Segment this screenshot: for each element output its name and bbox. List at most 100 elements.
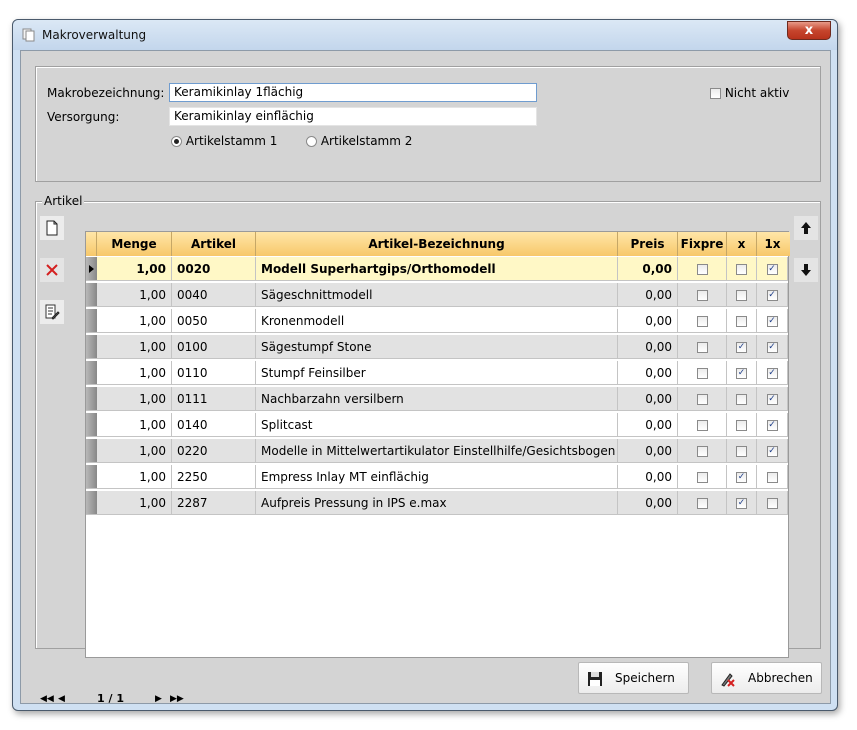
cell-preis[interactable]: 0,00 bbox=[618, 335, 678, 359]
cell-bezeichnung[interactable]: Sägeschnittmodell bbox=[256, 283, 618, 307]
checkbox-x[interactable] bbox=[736, 446, 747, 457]
last-record-icon[interactable]: ▶▶ bbox=[170, 694, 184, 704]
delete-row-button[interactable] bbox=[40, 258, 64, 282]
table-row[interactable]: 1,00 0100 Sägestumpf Stone 0,00 ✓ ✓ bbox=[86, 334, 790, 360]
cell-artikel[interactable]: 2250 bbox=[172, 465, 256, 489]
cell-artikel[interactable]: 0111 bbox=[172, 387, 256, 411]
table-row[interactable]: 1,00 0220 Modelle in Mittelwertartikulator… bbox=[86, 438, 790, 464]
checkbox-einx[interactable]: ✓ bbox=[766, 446, 778, 457]
checkbox-einx[interactable]: ✓ bbox=[766, 316, 778, 327]
cell-preis[interactable]: 0,00 bbox=[618, 309, 678, 333]
row-indicator[interactable] bbox=[86, 361, 97, 385]
cell-bezeichnung[interactable]: Modell Superhartgips/Orthomodell bbox=[256, 257, 618, 281]
checkbox-x[interactable] bbox=[736, 316, 747, 327]
cell-menge[interactable]: 1,00 bbox=[97, 335, 172, 359]
row-indicator[interactable] bbox=[86, 309, 97, 333]
checkbox-fixpreis[interactable] bbox=[696, 264, 708, 275]
radio-artikelstamm-2[interactable]: Artikelstamm 2 bbox=[306, 134, 412, 148]
first-record-icon[interactable]: ◀◀ bbox=[40, 694, 54, 704]
row-indicator[interactable] bbox=[86, 387, 97, 411]
cell-preis[interactable]: 0,00 bbox=[618, 465, 678, 489]
row-indicator[interactable] bbox=[86, 413, 97, 437]
cell-menge[interactable]: 1,00 bbox=[97, 387, 172, 411]
cell-bezeichnung[interactable]: Stumpf Feinsilber bbox=[256, 361, 618, 385]
checkbox-fixpreis[interactable] bbox=[696, 368, 708, 379]
cell-artikel[interactable]: 2287 bbox=[172, 491, 256, 515]
checkbox-fixpreis[interactable] bbox=[696, 472, 708, 483]
checkbox-einx[interactable]: ✓ bbox=[766, 342, 778, 353]
checkbox-x[interactable]: ✓ bbox=[736, 472, 747, 483]
table-row[interactable]: 1,00 0040 Sägeschnittmodell 0,00 ✓ bbox=[86, 282, 790, 308]
cell-preis[interactable]: 0,00 bbox=[618, 387, 678, 411]
checkbox-fixpreis[interactable] bbox=[696, 290, 708, 301]
checkbox-einx[interactable]: ✓ bbox=[766, 368, 778, 379]
row-indicator[interactable] bbox=[86, 439, 97, 463]
close-button[interactable]: x bbox=[787, 21, 831, 40]
checkbox-fixpreis[interactable] bbox=[696, 498, 708, 509]
checkbox-x[interactable]: ✓ bbox=[736, 498, 747, 509]
next-record-icon[interactable]: ▶ bbox=[155, 694, 162, 704]
cell-menge[interactable]: 1,00 bbox=[97, 413, 172, 437]
cell-menge[interactable]: 1,00 bbox=[97, 491, 172, 515]
title-bar[interactable]: Makroverwaltung x bbox=[13, 20, 837, 50]
row-indicator[interactable] bbox=[86, 283, 97, 307]
cell-bezeichnung[interactable]: Kronenmodell bbox=[256, 309, 618, 333]
table-row[interactable]: 1,00 0050 Kronenmodell 0,00 ✓ bbox=[86, 308, 790, 334]
checkbox-x[interactable]: ✓ bbox=[736, 368, 747, 379]
cell-preis[interactable]: 0,00 bbox=[618, 439, 678, 463]
radio-artikelstamm-1-dot[interactable] bbox=[171, 136, 182, 147]
checkbox-fixpreis[interactable] bbox=[696, 420, 708, 431]
cell-menge[interactable]: 1,00 bbox=[97, 465, 172, 489]
cell-preis[interactable]: 0,00 bbox=[618, 491, 678, 515]
table-row[interactable]: 1,00 0111 Nachbarzahn versilbern 0,00 ✓ bbox=[86, 386, 790, 412]
cell-bezeichnung[interactable]: Empress Inlay MT einflächig bbox=[256, 465, 618, 489]
checkbox-fixpreis[interactable] bbox=[696, 394, 708, 405]
cell-artikel[interactable]: 0140 bbox=[172, 413, 256, 437]
cell-artikel[interactable]: 0050 bbox=[172, 309, 256, 333]
nicht-aktiv-checkbox[interactable]: Nicht aktiv bbox=[710, 86, 789, 100]
checkbox-fixpreis[interactable] bbox=[696, 316, 708, 327]
cell-bezeichnung[interactable]: Sägestumpf Stone bbox=[256, 335, 618, 359]
artikel-grid[interactable]: Menge Artikel Artikel-Bezeichnung Preis … bbox=[85, 231, 790, 658]
move-down-button[interactable] bbox=[794, 258, 818, 282]
cell-bezeichnung[interactable]: Modelle in Mittelwertartikulator Einstel… bbox=[256, 439, 618, 463]
cell-preis[interactable]: 0,00 bbox=[618, 413, 678, 437]
col-header-x[interactable]: x bbox=[727, 232, 757, 256]
cell-menge[interactable]: 1,00 bbox=[97, 309, 172, 333]
table-row[interactable]: 1,00 2250 Empress Inlay MT einflächig 0,00 ✓ bbox=[86, 464, 790, 490]
nicht-aktiv-box[interactable] bbox=[710, 88, 721, 99]
cell-menge[interactable]: 1,00 bbox=[97, 283, 172, 307]
checkbox-fixpreis[interactable] bbox=[696, 446, 708, 457]
checkbox-x[interactable] bbox=[736, 290, 747, 301]
col-header-artikel[interactable]: Artikel bbox=[172, 232, 256, 256]
cell-bezeichnung[interactable]: Splitcast bbox=[256, 413, 618, 437]
table-row[interactable]: 1,00 0020 Modell Superhartgips/Orthomodell… bbox=[86, 256, 790, 282]
table-row[interactable]: 1,00 2287 Aufpreis Pressung in IPS e.max 0,… bbox=[86, 490, 790, 516]
save-button[interactable]: Speichern bbox=[578, 662, 689, 694]
col-header-fixpreis[interactable]: Fixpre bbox=[678, 232, 727, 256]
radio-artikelstamm-2-dot[interactable] bbox=[306, 136, 317, 147]
row-indicator[interactable] bbox=[86, 465, 97, 489]
cell-preis[interactable]: 0,00 bbox=[618, 257, 678, 281]
table-row[interactable]: 1,00 0110 Stumpf Feinsilber 0,00 ✓ ✓ bbox=[86, 360, 790, 386]
checkbox-einx[interactable]: ✓ bbox=[766, 290, 778, 301]
edit-row-button[interactable] bbox=[40, 300, 64, 324]
cancel-button[interactable]: Abbrechen bbox=[711, 662, 822, 694]
cell-artikel[interactable]: 0020 bbox=[172, 257, 256, 281]
col-header-bezeichnung[interactable]: Artikel-Bezeichnung bbox=[256, 232, 618, 256]
checkbox-fixpreis[interactable] bbox=[696, 342, 708, 353]
move-up-button[interactable] bbox=[794, 216, 818, 240]
row-indicator[interactable] bbox=[86, 335, 97, 359]
col-header-1x[interactable]: 1x bbox=[757, 232, 788, 256]
versorgung-input[interactable]: Keramikinlay einflächig bbox=[169, 107, 537, 126]
cell-bezeichnung[interactable]: Aufpreis Pressung in IPS e.max bbox=[256, 491, 618, 515]
checkbox-einx[interactable]: ✓ bbox=[766, 264, 778, 275]
checkbox-x[interactable] bbox=[736, 394, 747, 405]
col-header-menge[interactable]: Menge bbox=[97, 232, 172, 256]
checkbox-x[interactable] bbox=[736, 420, 747, 431]
cell-bezeichnung[interactable]: Nachbarzahn versilbern bbox=[256, 387, 618, 411]
checkbox-einx[interactable] bbox=[766, 472, 778, 483]
cell-artikel[interactable]: 0110 bbox=[172, 361, 256, 385]
cell-artikel[interactable]: 0100 bbox=[172, 335, 256, 359]
cell-artikel[interactable]: 0040 bbox=[172, 283, 256, 307]
